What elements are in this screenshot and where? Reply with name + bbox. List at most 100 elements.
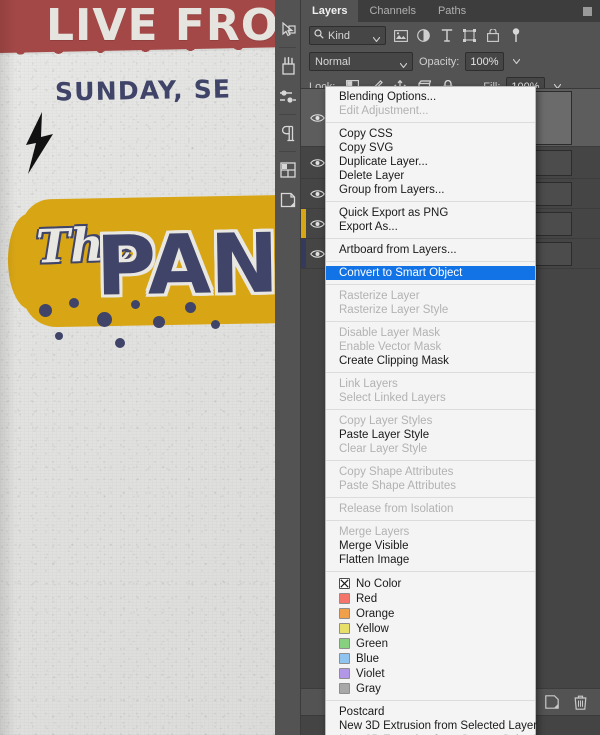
menu-separator: [326, 261, 535, 262]
menu-item-color-gray[interactable]: Gray: [326, 681, 535, 696]
blend-mode-value: Normal: [315, 55, 351, 68]
smart-object-filter-icon[interactable]: [484, 27, 501, 44]
menu-separator: [326, 321, 535, 322]
blue-swatch-icon: [339, 653, 350, 664]
menu-item-copy-svg[interactable]: Copy SVG: [326, 141, 535, 155]
menu-item-link-layers: Link Layers: [339, 378, 398, 390]
menu-item-copy-shape-attributes: Copy Shape Attributes: [339, 466, 454, 478]
menu-separator: [326, 700, 535, 701]
menu-item-color-yellow[interactable]: Yellow: [326, 621, 535, 636]
brush-tool[interactable]: [275, 51, 301, 81]
menu-group: Merge Layers Merge Visible Flatten Image: [326, 525, 535, 567]
menu-group: Quick Export as PNG Export As...: [326, 206, 535, 234]
menu-item-merge-visible[interactable]: Merge Visible: [326, 539, 535, 553]
adjustments-tool[interactable]: [275, 81, 301, 111]
type-tool[interactable]: [275, 118, 301, 148]
menu-group: Link Layers Select Linked Layers: [326, 377, 535, 405]
menu-item-clear-layer-style: Clear Layer Style: [339, 443, 428, 455]
tab-paths[interactable]: Paths: [427, 0, 477, 22]
menu-item-new-3d-extrusion-from-selected-layer[interactable]: New 3D Extrusion from Selected Layer: [326, 719, 537, 733]
delete-layer-button[interactable]: [572, 694, 588, 710]
menu-item-paste-layer-style[interactable]: Paste Layer Style: [326, 428, 535, 442]
shape-layer-filter-icon[interactable]: [461, 27, 478, 44]
opacity-label: Opacity:: [419, 55, 460, 68]
layer-filter-row: Kind: [301, 22, 600, 49]
menu-item-rasterize-layer-style: Rasterize Layer Style: [339, 304, 449, 316]
menu-item-label: Green: [356, 637, 388, 650]
menu-item-edit-adjustment: Edit Adjustment...: [339, 105, 429, 117]
poster-word-pan: PAN: [95, 216, 279, 315]
layer-context-menu[interactable]: Blending Options... Edit Adjustment... C…: [325, 86, 549, 735]
menu-group-3d: Postcard New 3D Extrusion from Selected …: [326, 705, 549, 735]
poster-subhead-date: SUNDAY, SE: [54, 74, 232, 107]
menu-item-color-red[interactable]: Red: [326, 591, 535, 606]
menu-item-paste-shape-attributes: Paste Shape Attributes: [339, 480, 456, 492]
menu-item-duplicate-layer[interactable]: Duplicate Layer...: [326, 155, 535, 169]
menu-item-copy-layer-styles: Copy Layer Styles: [339, 415, 433, 427]
new-document-tool[interactable]: [275, 185, 301, 215]
gray-swatch-icon: [339, 683, 350, 694]
menu-group: Rasterize Layer Rasterize Layer Style: [326, 289, 535, 317]
menu-item-delete-layer[interactable]: Delete Layer: [326, 169, 535, 183]
menu-group: Release from Isolation: [326, 502, 535, 516]
menu-item-group-from-layers[interactable]: Group from Layers...: [326, 183, 535, 197]
menu-item-label: Blue: [356, 652, 380, 665]
menu-separator: [326, 238, 535, 239]
menu-item-color-green[interactable]: Green: [326, 636, 535, 651]
tools-strip: [275, 0, 301, 735]
adjustment-layer-filter-icon[interactable]: [415, 27, 432, 44]
no-color-swatch-icon: [339, 578, 350, 589]
canvas-edge-shadow: [0, 0, 16, 735]
menu-item-blending-options[interactable]: Blending Options...: [326, 90, 535, 104]
orange-swatch-icon: [339, 608, 350, 619]
menu-separator: [326, 284, 535, 285]
menu-group: Copy CSS Copy SVG Duplicate Layer... Del…: [326, 127, 535, 197]
filter-toggle-switch[interactable]: [507, 27, 524, 44]
poster-grain-overlay: [0, 0, 300, 735]
menu-item-color-no-color[interactable]: No Color: [326, 576, 535, 591]
menu-group: Convert to Smart Object: [326, 266, 535, 280]
artboard-tool[interactable]: [275, 155, 301, 185]
violet-swatch-icon: [339, 668, 350, 679]
menu-item-flatten-image[interactable]: Flatten Image: [326, 553, 535, 567]
menu-item-label: No Color: [356, 577, 402, 590]
photoshop-window: LIVE FRO SUNDAY, SE The PAN Layers Chann…: [0, 0, 600, 735]
tab-channels[interactable]: Channels: [358, 0, 426, 22]
opacity-input[interactable]: 100%: [465, 52, 504, 71]
type-layer-filter-icon[interactable]: [438, 27, 455, 44]
menu-separator: [326, 372, 535, 373]
new-layer-button[interactable]: [544, 694, 560, 710]
pixel-layer-filter-icon[interactable]: [392, 27, 409, 44]
tab-layers[interactable]: Layers: [301, 0, 359, 22]
menu-separator: [326, 520, 535, 521]
menu-item-release-from-isolation: Release from Isolation: [339, 503, 454, 515]
menu-item-label: Red: [356, 592, 378, 605]
panel-tabbar: Layers Channels Paths: [301, 0, 600, 22]
menu-group: Copy Shape Attributes Paste Shape Attrib…: [326, 465, 535, 493]
menu-item-select-linked-layers: Select Linked Layers: [339, 392, 446, 404]
menu-item-color-blue[interactable]: Blue: [326, 651, 535, 666]
red-swatch-icon: [339, 593, 350, 604]
menu-item-export-as[interactable]: Export As...: [326, 220, 535, 234]
menu-item-copy-css[interactable]: Copy CSS: [326, 127, 535, 141]
lightning-bolt-icon: [22, 112, 56, 174]
menu-item-create-clipping-mask[interactable]: Create Clipping Mask: [326, 354, 535, 368]
menu-item-convert-to-smart-object[interactable]: Convert to Smart Object: [326, 266, 535, 280]
menu-item-quick-export-png[interactable]: Quick Export as PNG: [326, 206, 535, 220]
panel-options-menu-icon[interactable]: [583, 7, 592, 16]
tool-divider: [279, 114, 296, 115]
document-canvas[interactable]: LIVE FRO SUNDAY, SE The PAN: [0, 0, 300, 735]
opacity-chevron-down-icon[interactable]: [510, 52, 523, 71]
path-selection-tool[interactable]: [275, 14, 301, 44]
chevron-down-icon: [372, 33, 381, 45]
menu-item-artboard-from-layers[interactable]: Artboard from Layers...: [326, 243, 535, 257]
tool-divider: [279, 151, 296, 152]
filter-kind-select[interactable]: Kind: [309, 26, 386, 45]
blend-mode-select[interactable]: Normal: [309, 52, 413, 71]
menu-item-postcard[interactable]: Postcard: [326, 705, 535, 719]
menu-item-color-violet[interactable]: Violet: [326, 666, 535, 681]
menu-item-color-orange[interactable]: Orange: [326, 606, 535, 621]
menu-group-colors: No Color Red Orange Yellow Green Blue Vi…: [326, 576, 535, 696]
menu-group: Artboard from Layers...: [326, 243, 535, 257]
menu-group: Copy Layer Styles Paste Layer Style Clea…: [326, 414, 535, 456]
